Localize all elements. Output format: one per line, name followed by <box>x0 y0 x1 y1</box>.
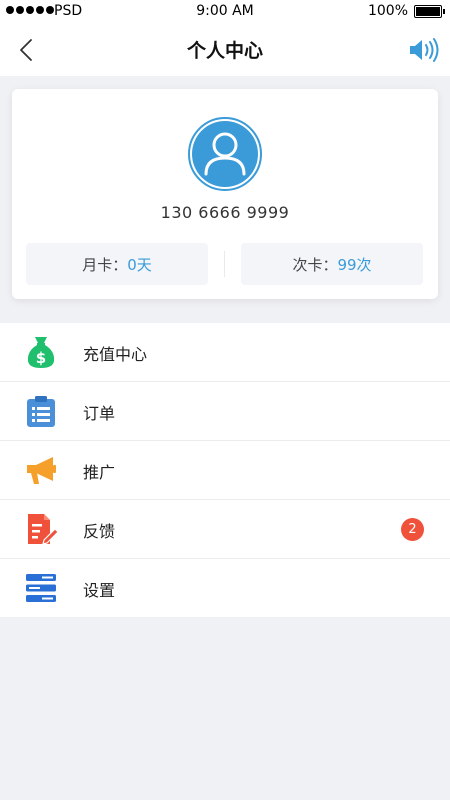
menu-item-label: 充值中心 <box>83 345 148 364</box>
menu-item-feedback[interactable]: 反馈 2 <box>0 500 450 559</box>
monthly-card-value: 0天 <box>127 255 152 274</box>
menu-item-label: 设置 <box>83 581 116 600</box>
user-avatar-icon <box>188 117 262 191</box>
monthly-card-info[interactable]: 月卡： 0天 <box>26 243 208 285</box>
menu-list: $ 充值中心 订单 推广 反馈 2 设置 <box>0 323 450 617</box>
battery-percent: 100% <box>367 3 408 19</box>
notification-badge: 2 <box>401 518 424 541</box>
count-card-info[interactable]: 次卡： 99次 <box>241 243 423 285</box>
clipboard-list-icon <box>27 396 55 427</box>
phone-number: 130 6666 9999 <box>160 203 290 222</box>
pill-divider <box>224 251 225 277</box>
avatar[interactable] <box>188 117 262 191</box>
svg-text:$: $ <box>36 349 46 367</box>
count-card-label: 次卡： <box>292 255 338 274</box>
menu-item-label: 推广 <box>83 463 116 482</box>
menu-item-label: 反馈 <box>83 522 116 541</box>
money-bag-icon: $ <box>27 337 55 368</box>
menu-item-settings[interactable]: 设置 <box>0 559 450 618</box>
menu-item-promotion[interactable]: 推广 <box>0 441 450 500</box>
menu-item-orders[interactable]: 订单 <box>0 382 450 441</box>
menu-item-recharge[interactable]: $ 充值中心 <box>0 323 450 382</box>
megaphone-icon <box>27 457 56 484</box>
settings-list-icon <box>26 574 56 602</box>
battery-icon <box>414 5 445 18</box>
speaker-icon <box>410 38 439 62</box>
page-title: 个人中心 <box>186 40 263 62</box>
feedback-edit-icon <box>28 514 58 545</box>
menu-item-label: 订单 <box>83 404 116 423</box>
monthly-card-label: 月卡： <box>82 255 128 274</box>
nav-bar: 个人中心 <box>0 24 450 76</box>
status-bar: PSD 9:00 AM 100% <box>0 0 450 24</box>
profile-card: 130 6666 9999 月卡： 0天 次卡： 99次 <box>12 89 438 299</box>
speaker-button[interactable] <box>408 37 440 63</box>
count-card-value: 99次 <box>337 255 372 274</box>
